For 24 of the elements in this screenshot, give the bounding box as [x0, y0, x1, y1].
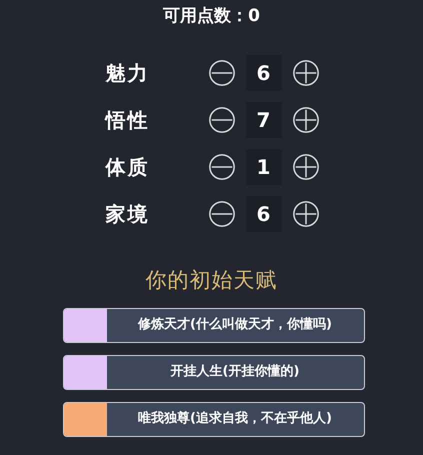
attribute-name: 悟性: [106, 106, 150, 134]
minus-icon[interactable]: [208, 106, 236, 134]
talent-card[interactable]: 开挂人生(开挂你懂的): [62, 355, 364, 390]
minus-icon[interactable]: [208, 59, 236, 87]
attribute-name: 体质: [106, 154, 150, 180]
talent-card[interactable]: 修炼天才(什么叫做天才，你懂吗): [62, 308, 364, 343]
attribute-value: 6: [246, 55, 282, 91]
plus-icon[interactable]: [292, 59, 320, 87]
talent-text: 修炼天才(什么叫做天才，你懂吗): [136, 316, 333, 334]
plus-icon[interactable]: [292, 153, 320, 181]
talent-text: 唯我独尊(追求自我，不在乎他人): [137, 410, 333, 428]
talent-card[interactable]: 唯我独尊(追求自我，不在乎他人): [62, 402, 364, 437]
attribute-value: 6: [246, 196, 282, 232]
attribute-name: 家境: [106, 200, 150, 228]
attribute-name: 魅力: [106, 60, 150, 86]
talent-text: 开挂人生(开挂你懂的): [170, 363, 300, 381]
available-points: 可用点数：0: [163, 5, 260, 28]
minus-icon[interactable]: [208, 200, 236, 228]
plus-icon[interactable]: [292, 200, 320, 228]
minus-icon[interactable]: [208, 153, 236, 181]
attribute-value: 1: [246, 149, 282, 185]
talents-heading: 你的初始天赋: [146, 267, 278, 294]
attribute-value: 7: [246, 102, 282, 138]
plus-icon[interactable]: [292, 106, 320, 134]
